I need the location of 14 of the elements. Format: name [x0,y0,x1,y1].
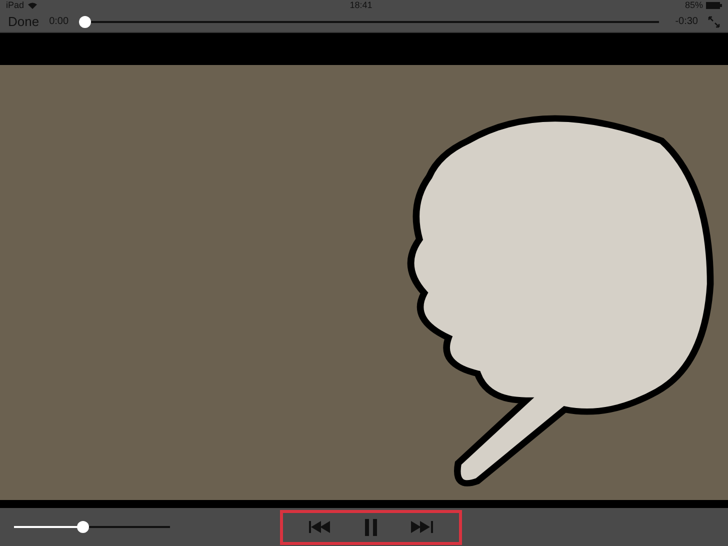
fullscreen-icon[interactable] [708,16,720,28]
scrubber-thumb[interactable] [78,16,91,28]
elapsed-time: 0:00 [49,16,69,27]
wifi-icon [28,2,38,9]
previous-track-icon[interactable] [309,521,331,533]
remaining-time: -0:30 [675,16,698,27]
carrier-label: iPad [6,0,24,11]
battery-icon [706,2,722,9]
volume-thumb[interactable] [76,521,89,533]
next-track-icon[interactable] [411,521,433,533]
clock-time: 18:41 [350,0,372,11]
pause-icon[interactable] [365,518,377,536]
battery-percent: 85% [684,0,703,11]
done-button[interactable]: Done [8,14,40,29]
